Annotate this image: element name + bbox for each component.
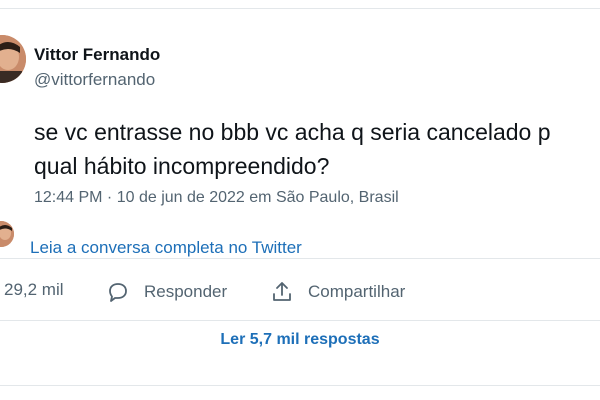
likes-count[interactable]: 29,2 mil [4,280,64,300]
tweet-text-line: qual hábito incompreendido? [34,153,330,179]
likes-count-label: 29,2 mil [4,280,64,299]
divider [0,320,600,321]
reply-bubble-icon [109,283,127,302]
share-button[interactable]: Compartilhar [270,280,405,304]
divider [0,258,600,259]
read-conversation-link[interactable]: Leia a conversa completa no Twitter [30,238,302,258]
reply-label: Responder [144,282,228,301]
author-handle[interactable]: @vittorfernando [34,70,155,90]
author-name[interactable]: Vittor Fernando [34,45,160,65]
conversation-avatar [0,221,14,247]
author-avatar[interactable] [0,35,26,83]
tweet-timestamp[interactable]: 12:44 PM · 10 de jun de 2022 em São Paul… [34,189,399,207]
read-replies-button[interactable]: Ler 5,7 mil respostas [0,331,600,349]
reply-button[interactable]: Responder [106,280,227,304]
tweet-text: se vc entrasse no bbb vc acha q seria ca… [34,115,600,183]
tweet-card: Vittor Fernando @vittorfernando se vc en… [0,8,600,386]
share-label: Compartilhar [308,282,406,301]
tweet-text-line: se vc entrasse no bbb vc acha q seria ca… [34,119,551,145]
share-upload-icon [273,282,291,301]
action-bar: 29,2 mil Responder Compartilhar [0,280,600,312]
